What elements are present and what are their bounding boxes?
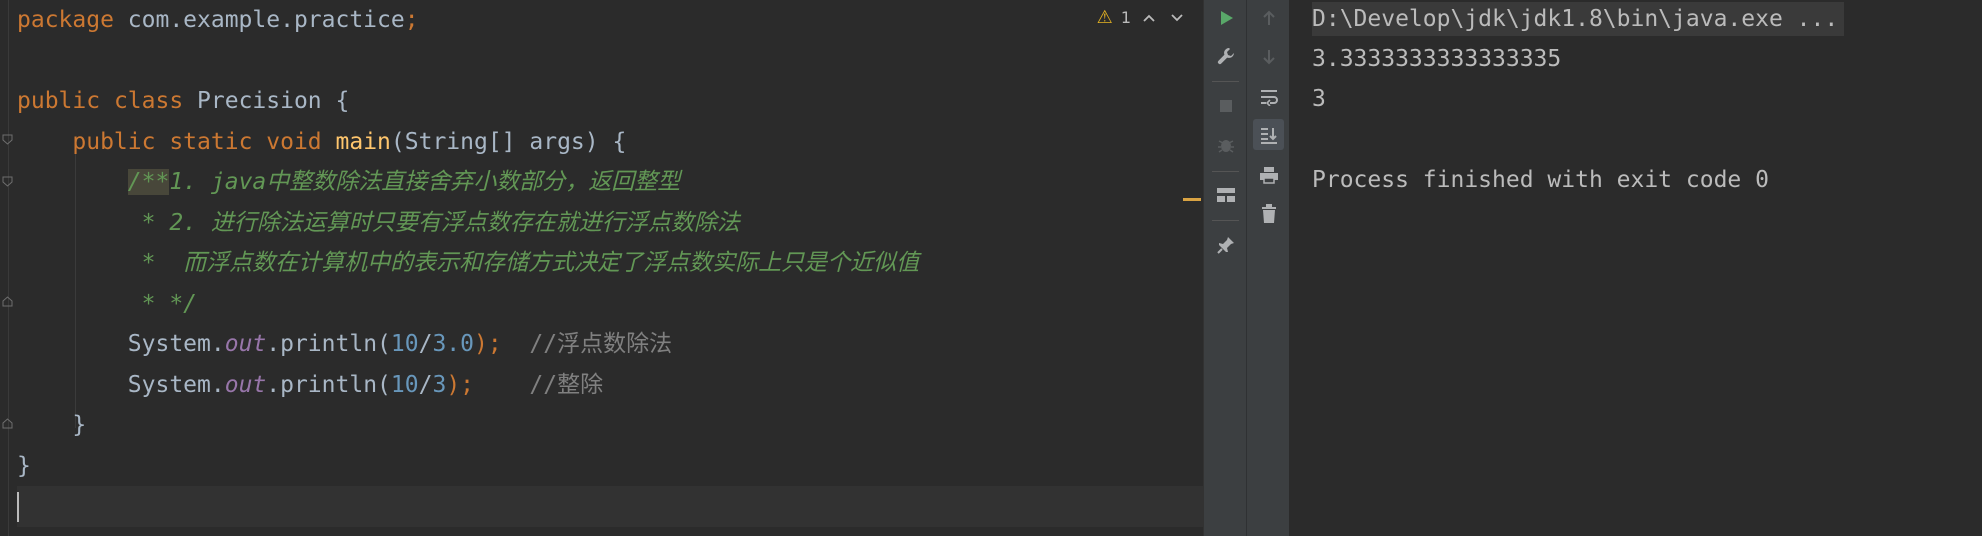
code-token: *: [141, 250, 184, 276]
code-token: //: [501, 331, 558, 357]
code-token: 3: [432, 371, 447, 398]
previous-highlight-icon[interactable]: [1139, 8, 1159, 27]
code-token: 整除: [557, 371, 604, 398]
fold-marker[interactable]: [2, 418, 13, 429]
fold-marker[interactable]: [2, 176, 13, 187]
separator: [1212, 220, 1239, 221]
code-token: }: [17, 412, 87, 438]
code-token: 3.0: [432, 331, 474, 357]
code-line[interactable]: }: [17, 446, 1203, 487]
code-token: .println(: [266, 331, 391, 357]
code-token: 1. java: [169, 169, 267, 195]
code-token: (String[] args) {: [390, 128, 627, 155]
run-toolbar: [1203, 0, 1247, 536]
console-output-line: 3.3333333333333335: [1312, 46, 1562, 72]
next-highlight-icon[interactable]: [1167, 8, 1187, 27]
code-token: out: [224, 371, 267, 398]
arrow-down-icon[interactable]: [1253, 41, 1284, 72]
code-token: System.: [127, 331, 225, 357]
code-area[interactable]: package com.example.practice; public clas…: [17, 0, 1203, 527]
trash-icon[interactable]: [1253, 198, 1284, 229]
code-line[interactable]: public class Precision {: [17, 81, 1203, 122]
warning-icon[interactable]: ⚠: [1097, 7, 1113, 28]
code-token: );: [474, 331, 502, 357]
code-token: main: [335, 128, 391, 155]
code-token: 中整数除法直接舍弃小数部分，返回整型: [266, 169, 681, 195]
console-output-line: 3: [1312, 86, 1326, 112]
inspection-widget[interactable]: ⚠ 1: [1097, 4, 1187, 30]
code-token: .println(: [266, 371, 391, 398]
code-token: /: [418, 331, 433, 357]
code-line[interactable]: System.out.println(10/3); //整除: [17, 365, 1203, 406]
code-token: class: [113, 88, 198, 114]
code-line[interactable]: package com.example.practice;: [17, 0, 1203, 41]
code-token: static: [169, 128, 267, 155]
code-token: package: [17, 7, 128, 33]
ide-window: package com.example.practice; public clas…: [0, 0, 1982, 536]
console-toolbar: [1246, 0, 1290, 536]
code-token: System.: [127, 371, 225, 398]
gutter: [8, 0, 9, 536]
code-token: 10: [390, 371, 419, 398]
code-token: 进行除法运算时只要有浮点数存在就进行浮点数除法: [210, 209, 740, 236]
code-line[interactable]: * */: [17, 284, 1203, 325]
code-token: 浮点数除法: [557, 331, 673, 357]
code-line[interactable]: public static void main(String[] args) {: [17, 122, 1203, 163]
code-token: * 2.: [141, 209, 211, 236]
code-token: /**: [127, 169, 170, 195]
code-line[interactable]: * 而浮点数在计算机中的表示和存储方式决定了浮点数实际上只是个近似值: [17, 243, 1203, 284]
separator: [1212, 81, 1239, 82]
soft-wrap-icon[interactable]: [1253, 81, 1284, 112]
text-caret: [17, 491, 19, 522]
separator: [1212, 171, 1239, 172]
code-token: public: [17, 88, 114, 114]
code-line[interactable]: [17, 486, 1203, 527]
code-token: );: [446, 371, 475, 398]
code-line[interactable]: }: [17, 405, 1203, 446]
code-token: 而浮点数在计算机中的表示和存储方式决定了浮点数实际上只是个近似值: [183, 250, 920, 276]
code-token: * */: [141, 290, 198, 317]
stop-icon[interactable]: [1210, 90, 1241, 121]
code-token: out: [224, 331, 267, 357]
wrench-icon[interactable]: [1210, 40, 1241, 71]
code-line[interactable]: [17, 41, 1203, 82]
code-token: ;: [404, 7, 419, 33]
arrow-up-icon[interactable]: [1253, 2, 1284, 33]
console-command-line: D:\Develop\jdk\jdk1.8\bin\java.exe ...: [1312, 2, 1845, 36]
rerun-icon[interactable]: [1210, 2, 1241, 33]
run-console[interactable]: D:\Develop\jdk\jdk1.8\bin\java.exe ... 3…: [1289, 0, 1982, 536]
code-token: 10: [390, 331, 419, 357]
fold-marker[interactable]: [2, 134, 13, 145]
code-line[interactable]: /**1. java中整数除法直接舍弃小数部分，返回整型: [17, 162, 1203, 203]
code-token: com.example.practice: [127, 7, 405, 33]
code-token: Precision {: [197, 88, 350, 114]
code-token: }: [17, 452, 31, 479]
code-line[interactable]: * 2. 进行除法运算时只要有浮点数存在就进行浮点数除法: [17, 203, 1203, 244]
code-editor[interactable]: package com.example.practice; public clas…: [0, 0, 1203, 536]
layout-icon[interactable]: [1210, 179, 1241, 210]
warning-marker[interactable]: [1183, 198, 1201, 201]
print-icon[interactable]: [1253, 159, 1284, 190]
scroll-to-end-icon[interactable]: [1253, 119, 1284, 150]
code-token: public: [72, 128, 170, 155]
console-exit-message: Process finished with exit code 0: [1312, 167, 1769, 193]
warning-count[interactable]: 1: [1121, 8, 1131, 27]
code-token: //: [474, 371, 558, 398]
code-line[interactable]: System.out.println(10/3.0); //浮点数除法: [17, 324, 1203, 365]
code-token: /: [418, 371, 433, 398]
code-token: void: [266, 128, 336, 155]
debug-bug-icon[interactable]: [1210, 129, 1241, 160]
fold-marker[interactable]: [2, 296, 13, 307]
pin-icon[interactable]: [1210, 229, 1241, 260]
